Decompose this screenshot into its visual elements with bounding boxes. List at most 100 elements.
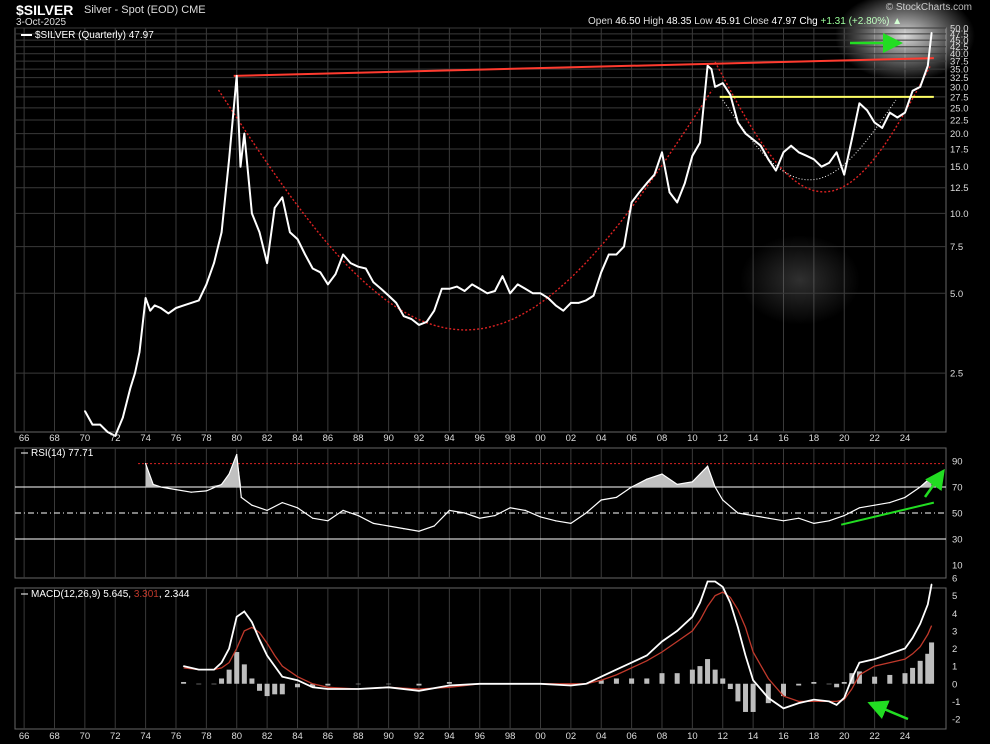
rsi-point xyxy=(737,512,739,514)
macd-hist-bar xyxy=(712,669,718,684)
rsi-point xyxy=(889,502,891,504)
price-point xyxy=(456,285,458,288)
price-x-tick-label: 88 xyxy=(353,433,364,444)
price-point xyxy=(721,82,724,84)
rsi-tick-label: 90 xyxy=(952,457,963,468)
price-x-tick-label: 76 xyxy=(171,433,182,444)
price-point xyxy=(866,109,868,111)
price-point xyxy=(266,262,268,264)
macd-x-tick-label: 68 xyxy=(49,731,60,742)
rsi-point xyxy=(919,486,921,488)
price-tick-label: 25.0 xyxy=(950,103,969,114)
macd-legend-name: MACD(12,26,9) xyxy=(31,589,103,600)
price-point xyxy=(228,158,230,161)
price-point xyxy=(615,253,618,256)
macd-x-tick-label: 86 xyxy=(323,731,334,742)
price-point xyxy=(138,351,141,353)
macd-x-tick-label: 92 xyxy=(414,731,425,742)
macd-hist-bar xyxy=(211,683,217,685)
price-point xyxy=(797,151,800,154)
rsi-point xyxy=(843,515,845,517)
panel-frame-0 xyxy=(14,27,947,433)
macd-hist-bar xyxy=(902,673,908,684)
macd-tick-label: 1 xyxy=(952,662,957,673)
macd-hist-bar xyxy=(613,678,619,684)
price-point xyxy=(828,162,830,164)
price-point xyxy=(729,94,732,96)
price-point xyxy=(630,201,633,204)
price-point xyxy=(710,68,713,70)
macd-point xyxy=(182,665,185,667)
price-point xyxy=(380,287,382,290)
price-x-tick-label: 66 xyxy=(19,433,30,444)
price-x-tick-label: 06 xyxy=(626,433,637,444)
macd-x-tick-label: 12 xyxy=(717,731,728,742)
price-point xyxy=(919,86,921,88)
macd-hist-bar xyxy=(416,683,422,686)
price-point xyxy=(516,283,519,286)
macd-point xyxy=(676,630,678,632)
price-point xyxy=(767,158,770,161)
macd-hist-bar xyxy=(834,683,840,688)
macd-x-tick-label: 98 xyxy=(505,731,516,742)
rsi-point xyxy=(494,515,496,517)
price-point xyxy=(843,173,846,176)
rsi-point xyxy=(828,520,830,522)
price-point xyxy=(342,253,344,256)
macd-point xyxy=(509,683,511,685)
macd-hist-bar xyxy=(226,669,232,684)
macd-point xyxy=(904,647,906,650)
price-point xyxy=(425,321,428,323)
price-point xyxy=(281,196,284,199)
price-x-tick-label: 14 xyxy=(748,433,759,444)
macd-x-tick-label: 82 xyxy=(262,731,273,742)
rsi-point xyxy=(615,496,618,498)
macd-x-tick-label: 74 xyxy=(140,731,151,742)
price-point xyxy=(608,253,610,256)
price-point xyxy=(706,65,709,67)
macd-point xyxy=(828,700,830,702)
rsi-point xyxy=(205,490,207,492)
macd-tick-label: 4 xyxy=(952,609,957,620)
rsi-point xyxy=(372,522,375,525)
macd-hist-bar xyxy=(325,683,331,686)
macd-hist-bar xyxy=(629,678,635,684)
macd-point xyxy=(236,616,238,618)
price-point xyxy=(440,287,443,290)
rsi-point xyxy=(585,512,587,514)
rsi-point xyxy=(433,525,435,527)
price-point xyxy=(243,132,246,135)
price-point xyxy=(820,165,823,168)
price-point xyxy=(752,138,754,141)
macd-hist-bar xyxy=(659,673,665,684)
macd-x-tick-label: 80 xyxy=(231,731,242,742)
price-point xyxy=(661,151,663,154)
macd-point xyxy=(889,653,891,655)
macd-point xyxy=(927,603,929,606)
rsi-point xyxy=(342,509,344,511)
macd-point xyxy=(258,639,261,641)
price-point xyxy=(790,144,792,147)
rsi-point xyxy=(813,522,815,525)
rsi-point xyxy=(646,478,648,480)
macd-point xyxy=(312,686,314,688)
panel-frame-2 xyxy=(14,587,947,730)
price-x-tick-label: 22 xyxy=(869,433,880,444)
rsi-point xyxy=(524,509,526,511)
rsi-legend: RSI(14) 77.71 xyxy=(31,448,94,459)
macd-hist-bar xyxy=(917,660,923,684)
macd-point xyxy=(274,665,276,667)
price-tick-label: 22.5 xyxy=(950,115,969,126)
price-x-tick-label: 98 xyxy=(505,433,516,444)
macd-point xyxy=(281,676,283,678)
rsi-point xyxy=(661,473,663,475)
price-point xyxy=(91,423,94,426)
price-x-tick-label: 16 xyxy=(778,433,789,444)
price-x-tick-label: 72 xyxy=(110,433,121,444)
macd-point xyxy=(539,683,542,685)
price-point xyxy=(471,283,473,286)
handle-curve xyxy=(722,99,897,181)
price-point xyxy=(235,75,238,77)
macd-point xyxy=(851,677,853,680)
macd-hist-bar xyxy=(697,666,703,684)
